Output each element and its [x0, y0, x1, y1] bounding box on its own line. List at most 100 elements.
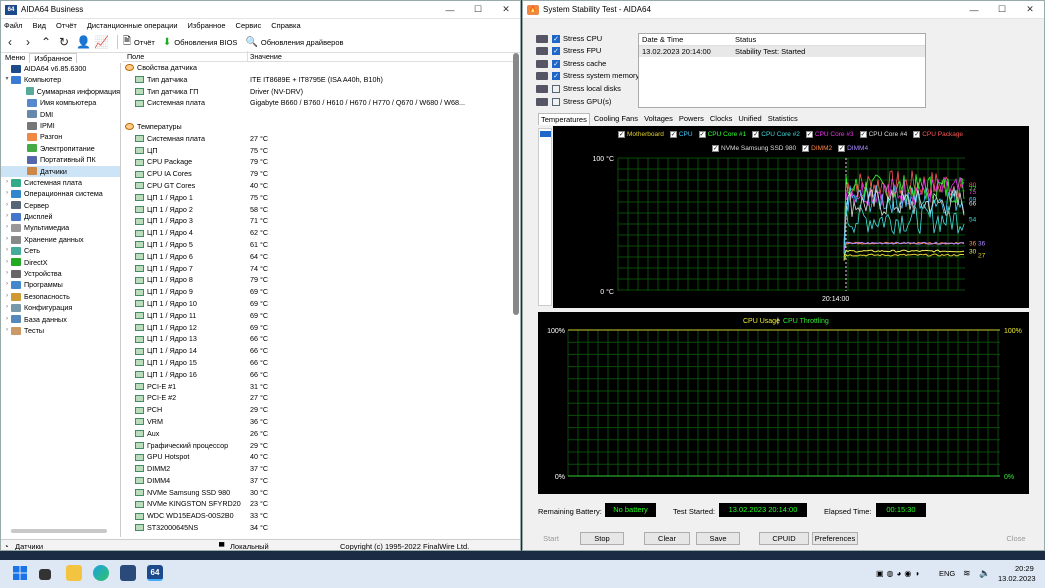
table-row[interactable]: GPU Hotspot 40 °C: [123, 451, 513, 463]
stress-option[interactable]: ✓ Stress FPU: [536, 45, 601, 56]
tree-item[interactable]: Портативный ПК: [1, 154, 120, 165]
tree-item[interactable]: Датчики: [1, 165, 120, 177]
table-row[interactable]: ST32000645NS 34 °C: [123, 522, 513, 534]
table-row[interactable]: NVMe Samsung SSD 980 30 °C: [123, 487, 513, 499]
tree-item[interactable]: › Устройства: [1, 268, 120, 279]
table-row[interactable]: NVMe KINGSTON SFYRD20 23 °C: [123, 498, 513, 510]
save-button[interactable]: Save: [696, 532, 740, 545]
table-row[interactable]: ЦП 1 / Ядро 9 69 °C: [123, 286, 513, 298]
tree-item[interactable]: › Тесты: [1, 325, 120, 336]
table-row[interactable]: PCI-E #2 27 °C: [123, 392, 513, 404]
tab-menu[interactable]: Меню: [1, 53, 29, 63]
menu-item[interactable]: Сервис: [236, 21, 262, 30]
close-test-button[interactable]: Close: [994, 532, 1038, 545]
user-icon[interactable]: 👤: [76, 35, 91, 49]
sst-minimize-button[interactable]: —: [960, 5, 988, 15]
tree-item[interactable]: › Сеть: [1, 245, 120, 256]
tree-item[interactable]: Суммарная информация: [1, 86, 120, 97]
tree-item[interactable]: › DirectX: [1, 257, 120, 268]
column-header-field[interactable]: Поле: [123, 51, 248, 61]
table-row[interactable]: ЦП 1 / Ядро 8 79 °C: [123, 274, 513, 286]
driver-update-button[interactable]: 🔍 Обновления драйверов: [245, 37, 343, 48]
clear-button[interactable]: Clear: [644, 532, 690, 545]
task-view-icon[interactable]: [39, 569, 51, 580]
table-row[interactable]: ЦП 1 / Ядро 11 69 °C: [123, 310, 513, 322]
table-row[interactable]: Графический процессор 29 °C: [123, 440, 513, 452]
tree-expander-icon[interactable]: ›: [3, 234, 11, 245]
menu-item[interactable]: Справка: [271, 21, 300, 30]
table-row[interactable]: WDC WD15EADS-00S2B0 33 °C: [123, 510, 513, 522]
tree-item[interactable]: › Конфигурация: [1, 302, 120, 313]
tab-favorites[interactable]: Избранное: [29, 53, 78, 63]
stop-button[interactable]: Stop: [580, 532, 624, 545]
table-row[interactable]: ЦП 1 / Ядро 12 69 °C: [123, 322, 513, 334]
table-row[interactable]: Системная плата Gigabyte B660 / B760 / H6…: [123, 97, 513, 109]
tree-expander-icon[interactable]: ›: [3, 325, 11, 336]
aida64-taskbar-icon[interactable]: 64: [147, 565, 163, 581]
stress-option[interactable]: ✓ Stress cache: [536, 58, 606, 69]
bios-update-button[interactable]: ⬇ Обновления BIOS: [163, 37, 238, 48]
close-button[interactable]: ✕: [492, 4, 520, 15]
tree-expander-icon[interactable]: ›: [3, 222, 11, 233]
tree-item[interactable]: › Операционная система: [1, 188, 120, 199]
tree-item[interactable]: ▾ Компьютер: [1, 74, 120, 85]
table-row[interactable]: CPU GT Cores 40 °C: [123, 180, 513, 192]
table-row[interactable]: Свойства датчика: [123, 62, 513, 74]
clock-time[interactable]: 20:29: [1015, 564, 1034, 573]
table-row[interactable]: ЦП 75 °C: [123, 145, 513, 157]
tree-item[interactable]: › База данных: [1, 314, 120, 325]
tree-expander-icon[interactable]: ›: [3, 177, 11, 188]
start-button[interactable]: Start: [530, 532, 572, 545]
table-row[interactable]: PCH 29 °C: [123, 404, 513, 416]
stress-checkbox[interactable]: ✓: [552, 71, 560, 80]
volume-icon[interactable]: 🔈: [979, 568, 990, 579]
table-row[interactable]: CPU Package 79 °C: [123, 156, 513, 168]
report-button[interactable]: 🗎 Отчёт: [123, 34, 155, 51]
tree-expander-icon[interactable]: ›: [3, 211, 11, 222]
menu-item[interactable]: Файл: [4, 21, 22, 30]
tree-horizontal-scrollbar[interactable]: [11, 529, 107, 533]
stress-option[interactable]: ✓ Stress CPU: [536, 33, 602, 44]
chart-icon[interactable]: 📈: [94, 35, 109, 49]
refresh-icon[interactable]: ↻: [58, 35, 70, 49]
table-row[interactable]: ЦП 1 / Ядро 14 66 °C: [123, 345, 513, 357]
table-row[interactable]: Системная плата 27 °C: [123, 133, 513, 145]
table-row[interactable]: Температуры: [123, 121, 513, 133]
stress-option[interactable]: Stress local disks: [536, 83, 621, 94]
tree-item[interactable]: › Программы: [1, 279, 120, 290]
stress-checkbox[interactable]: ✓: [552, 34, 560, 43]
sensor-tab[interactable]: Temperatures: [538, 113, 590, 125]
edge-browser-icon[interactable]: [93, 565, 109, 581]
menu-item[interactable]: Вид: [32, 21, 46, 30]
table-row[interactable]: ЦП 1 / Ядро 16 66 °C: [123, 369, 513, 381]
sensor-tab[interactable]: Clocks: [708, 113, 735, 125]
language-indicator[interactable]: ENG: [939, 569, 955, 578]
table-row[interactable]: ЦП 1 / Ядро 10 69 °C: [123, 298, 513, 310]
sst-close-button[interactable]: ✕: [1016, 4, 1044, 15]
stress-option[interactable]: ✓ Stress system memory: [536, 70, 639, 81]
table-row[interactable]: ЦП 1 / Ядро 3 71 °C: [123, 215, 513, 227]
store-icon[interactable]: [120, 565, 136, 581]
tree-expander-icon[interactable]: ›: [3, 188, 11, 199]
legend-checkbox[interactable]: ✓: [913, 131, 921, 138]
menu-item[interactable]: Дистанционные операции: [87, 21, 178, 30]
tree-expander-icon[interactable]: ›: [3, 291, 11, 302]
tree-item[interactable]: › Системная плата: [1, 177, 120, 188]
stress-checkbox[interactable]: ✓: [552, 46, 560, 55]
table-row[interactable]: CPU IA Cores 79 °C: [123, 168, 513, 180]
tree-item[interactable]: › Хранение данных: [1, 234, 120, 245]
tree-item[interactable]: › Сервер: [1, 200, 120, 211]
table-row[interactable]: DIMM4 37 °C: [123, 475, 513, 487]
stress-checkbox[interactable]: ✓: [552, 59, 560, 68]
start-icon[interactable]: [12, 565, 28, 581]
table-row[interactable]: ЦП 1 / Ядро 7 74 °C: [123, 263, 513, 275]
file-explorer-icon[interactable]: [66, 565, 82, 581]
tray-app-icons[interactable]: ▣◍◕◉◑: [876, 569, 922, 578]
legend-checkbox[interactable]: ✓: [712, 145, 719, 152]
tree-expander-icon[interactable]: ›: [3, 200, 11, 211]
tree-item[interactable]: Разгон: [1, 131, 120, 142]
table-row[interactable]: Тип датчика ITE IT8689E + IT8795E (ISA A4…: [123, 74, 513, 86]
table-row[interactable]: ЦП 1 / Ядро 6 64 °C: [123, 251, 513, 263]
table-row[interactable]: [123, 109, 513, 121]
legend-checkbox[interactable]: ✓: [669, 131, 677, 138]
